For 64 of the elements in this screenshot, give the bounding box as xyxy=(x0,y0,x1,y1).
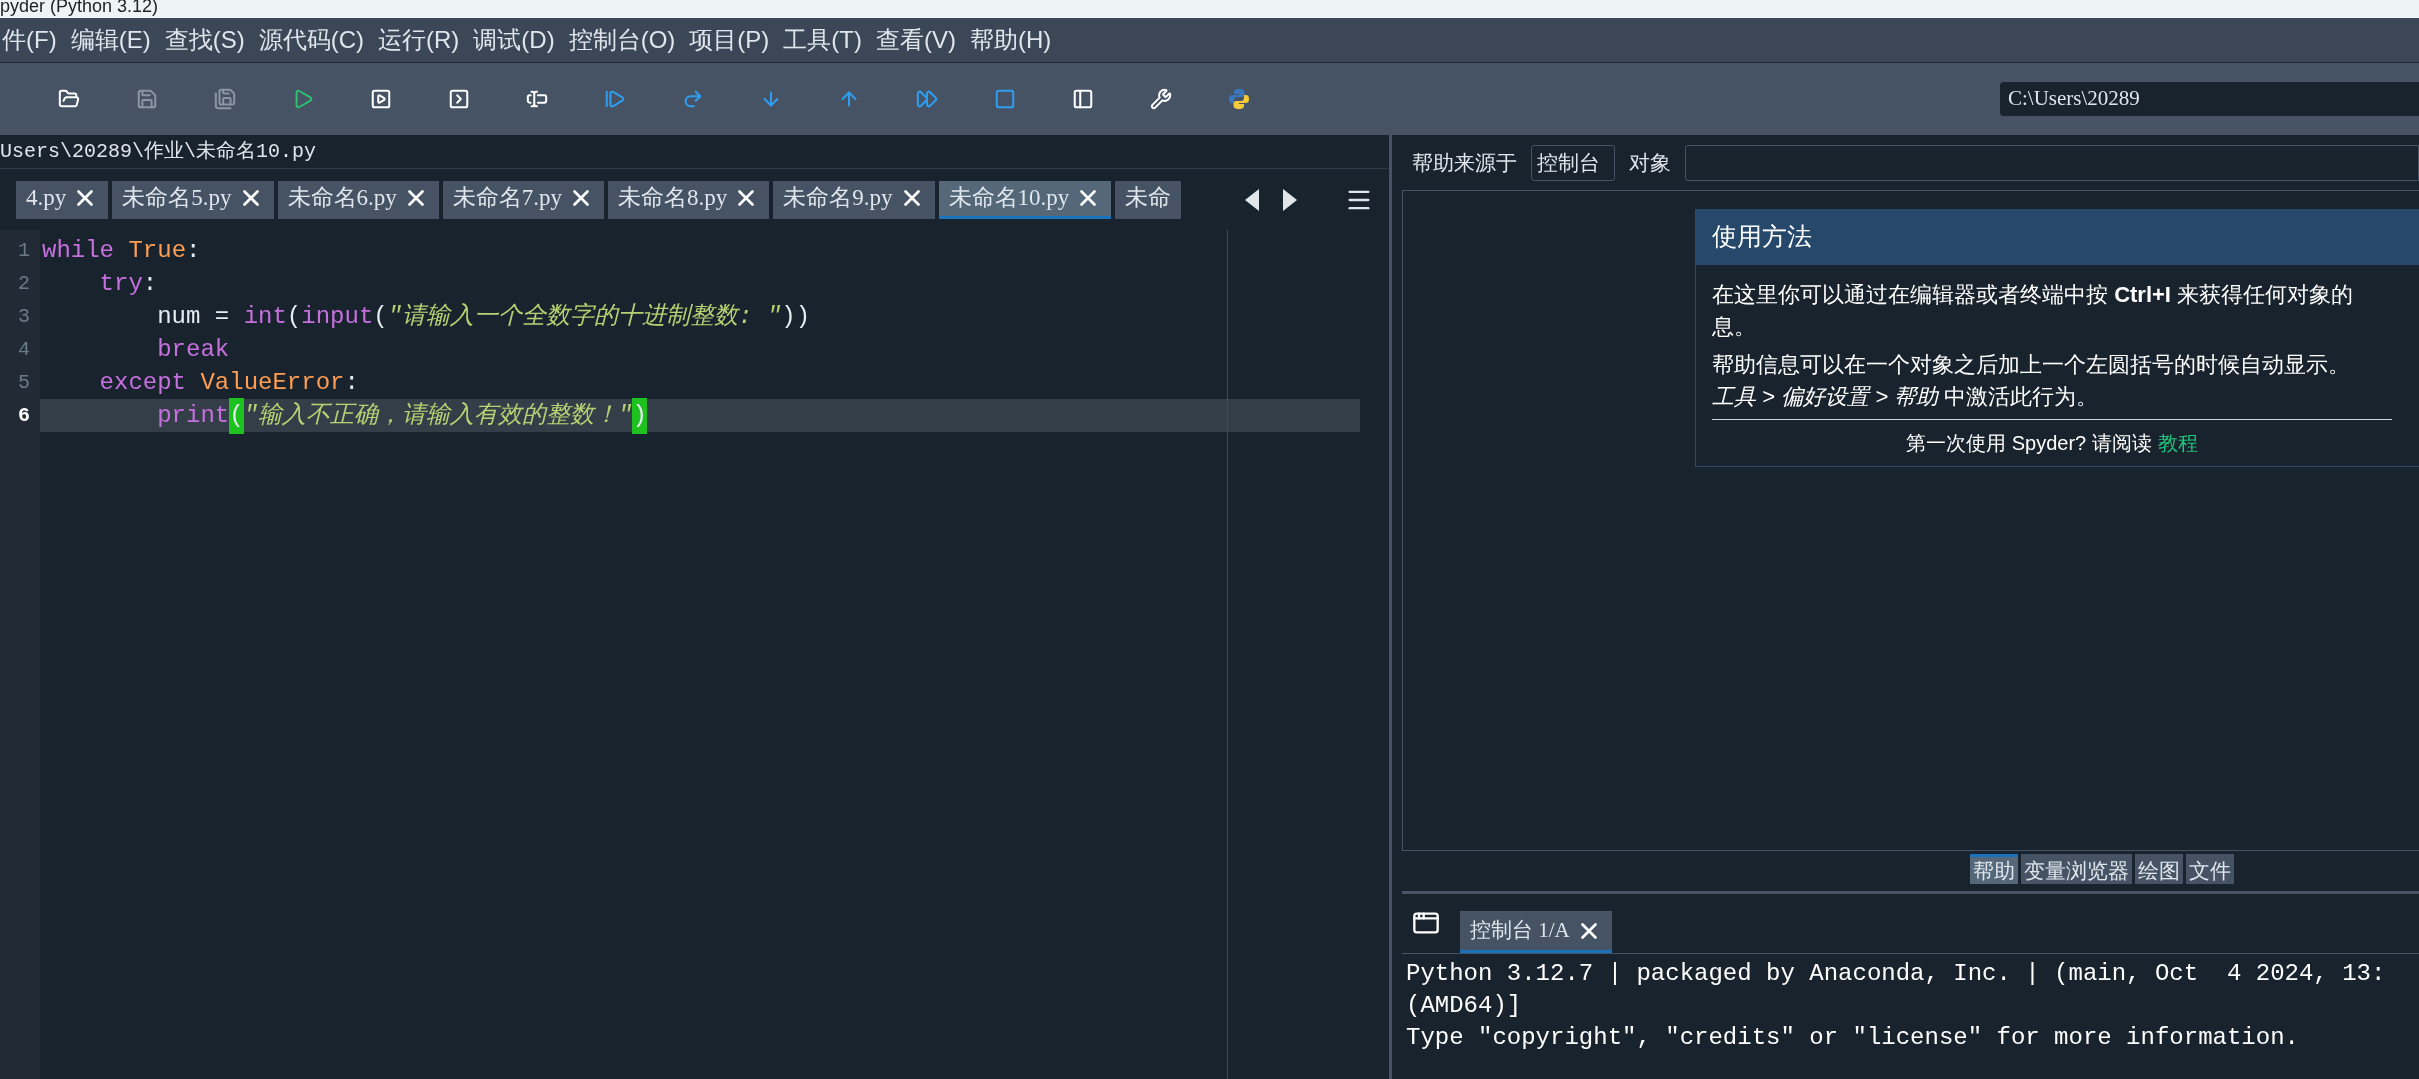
step-over-icon[interactable] xyxy=(682,88,704,110)
pane-tab[interactable]: 帮助 xyxy=(1970,854,2018,884)
tutorial-link[interactable]: 教程 xyxy=(2157,428,2198,458)
code-line: break xyxy=(156,334,231,365)
source-dropdown[interactable]: 控制台 xyxy=(1531,144,1615,181)
line-number: 4 xyxy=(18,336,30,363)
help-paragraph: 帮助信息可以在一个对象之后加上一个左圆括号的时候自动显示。 工具 > 偏好设置 > 帮助 中激活此行为。 xyxy=(1712,351,2351,411)
working-directory-field[interactable]: C:\Users\20289 xyxy=(2000,82,2419,116)
menu-item[interactable]: 工具(T) xyxy=(781,22,864,58)
run-selection-icon[interactable] xyxy=(526,88,548,110)
run-cell-advance-icon[interactable] xyxy=(448,88,470,110)
file-tab[interactable]: 未命名5.py xyxy=(112,180,274,219)
file-path: Users\20289\作业\未命名10.py xyxy=(0,138,317,165)
line-number: 5 xyxy=(18,369,30,396)
console-output-line: Type "copyright", "credits" or "license" for more information. xyxy=(1406,1023,2300,1053)
line-number: 2 xyxy=(18,270,30,297)
python-logo-icon[interactable] xyxy=(1228,88,1250,110)
code-line: except ValueError: xyxy=(98,367,360,398)
menu-item[interactable]: 项目(P) xyxy=(687,22,772,58)
folder-icon[interactable] xyxy=(58,88,80,110)
code-line: while True: xyxy=(41,235,202,266)
file-tab[interactable]: 未命名8.py xyxy=(608,180,770,219)
menu-item[interactable]: 查找(S) xyxy=(162,22,247,58)
menu-item[interactable]: 件(F) xyxy=(0,22,59,58)
menu-item[interactable]: 帮助(H) xyxy=(967,22,1054,58)
help-paragraph: 在这里你可以通过在编辑器或者终端中按 Ctrl+I 来获得任何对象的 息。 xyxy=(1712,281,2355,341)
save-icon[interactable] xyxy=(136,88,158,110)
line-number: 6 xyxy=(18,402,30,429)
run-cell-icon[interactable] xyxy=(370,88,392,110)
file-tab[interactable]: 未命名6.py xyxy=(277,180,439,219)
menu-item[interactable]: 调试(D) xyxy=(471,22,557,58)
menu-item[interactable]: 源代码(C) xyxy=(256,22,366,58)
line-number: 1 xyxy=(18,237,30,264)
pane-tab[interactable]: 文件 xyxy=(2186,854,2234,884)
menu-item[interactable]: 运行(R) xyxy=(376,22,462,58)
console-output-line: Python 3.12.7 | packaged by Anaconda, Inc. | (main, Oct 4 2024, 13: xyxy=(1406,959,2387,989)
object-label: 对象 xyxy=(1629,149,1671,176)
tutorial-prompt: 第一次使用 Spyder? 请阅读 xyxy=(1906,431,2152,456)
file-tab[interactable]: 未命 xyxy=(1115,180,1182,219)
debug-icon[interactable] xyxy=(604,88,626,110)
pane-tab[interactable]: 变量浏览器 xyxy=(2021,854,2132,884)
console-tab[interactable]: 控制台 1/A xyxy=(1460,911,1612,953)
settings-icon[interactable] xyxy=(1150,88,1172,110)
save-all-icon[interactable] xyxy=(214,88,236,110)
file-tab[interactable]: 4.py xyxy=(16,180,109,219)
left-arrow-icon[interactable] xyxy=(1245,188,1259,211)
card-title: 使用方法 xyxy=(1712,221,1812,253)
console-output-line: (AMD64)] xyxy=(1406,991,1523,1021)
object-field[interactable] xyxy=(1685,144,2419,181)
code-line: try: xyxy=(98,268,159,299)
menu-item[interactable]: 查看(V) xyxy=(873,22,958,58)
file-tab[interactable]: 未命名10.py xyxy=(938,180,1112,219)
panel-icon[interactable] xyxy=(1072,88,1094,110)
line-number: 3 xyxy=(18,303,30,330)
stop-icon[interactable] xyxy=(994,88,1016,110)
menu-item[interactable]: 编辑(E) xyxy=(68,22,153,58)
file-tab[interactable]: 未命名9.py xyxy=(773,180,935,219)
code-line: num = int(input("请输入一个全数字的十进制整数: ")) xyxy=(156,301,812,332)
right-arrow-icon[interactable] xyxy=(1283,188,1297,211)
pane-tab[interactable]: 绘图 xyxy=(2135,854,2183,884)
menu-item[interactable]: 控制台(O) xyxy=(566,22,678,58)
file-tab[interactable]: 未命名7.py xyxy=(442,180,604,219)
help-source-label: 帮助来源于 xyxy=(1412,149,1517,176)
continue-icon[interactable] xyxy=(916,88,938,110)
